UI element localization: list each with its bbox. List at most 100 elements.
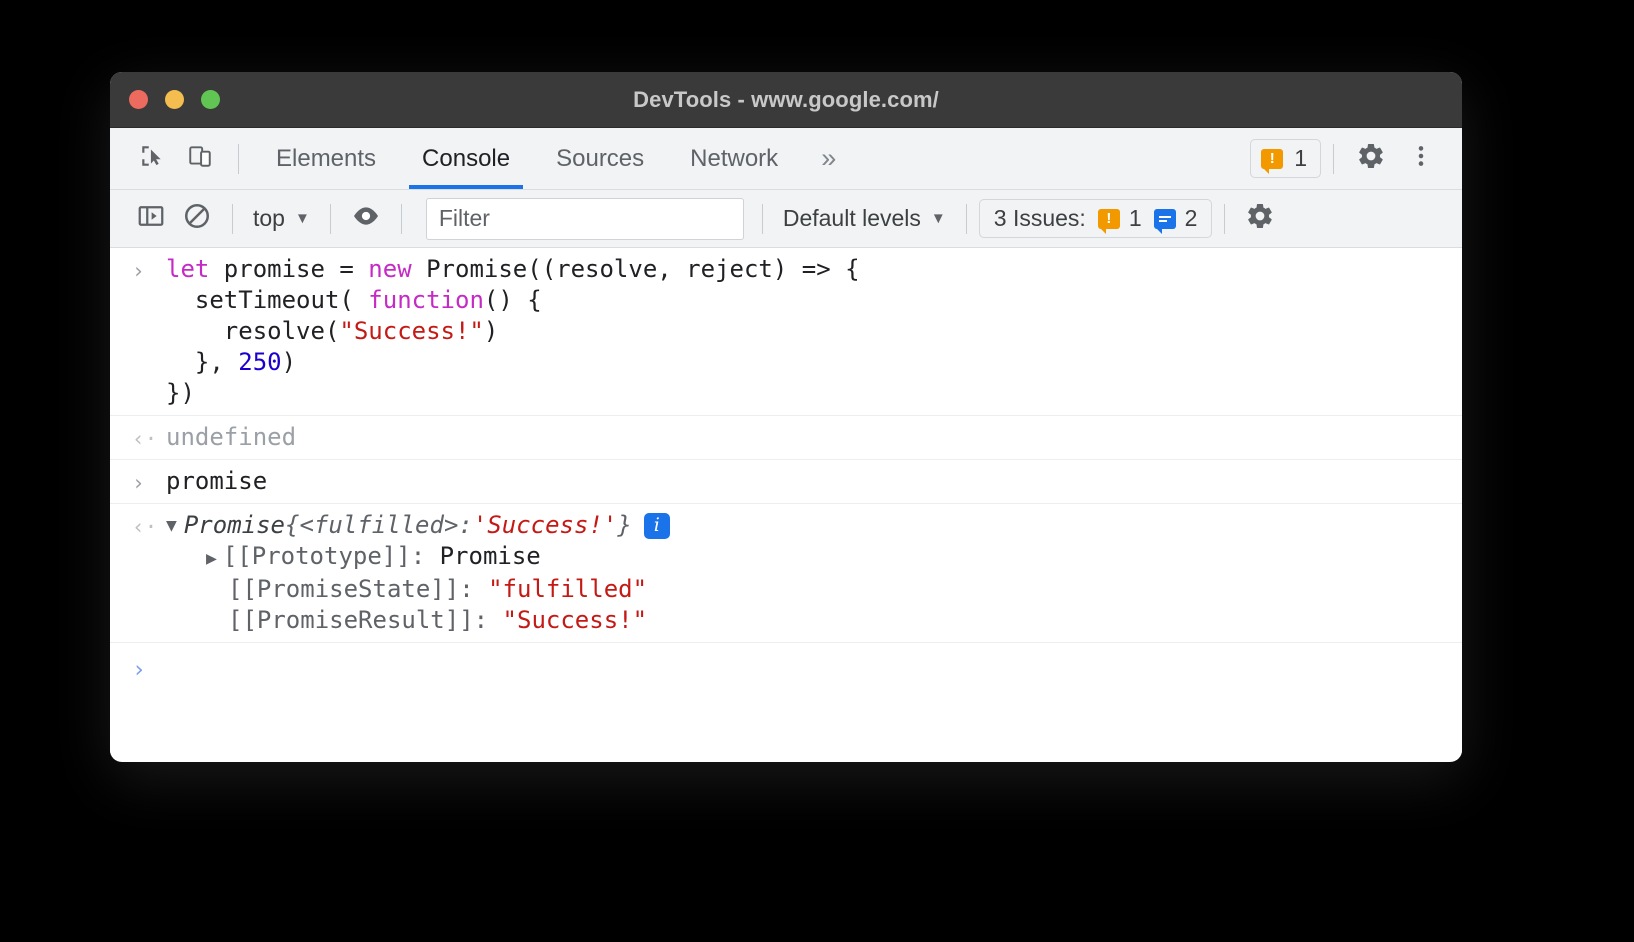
close-button[interactable] (129, 90, 148, 109)
warning-bubble-icon: ! (1097, 208, 1120, 234)
devtools-main-menu-button[interactable] (1396, 136, 1446, 182)
property-key: [[Prototype]] (222, 542, 411, 570)
token-plain: }) (166, 379, 195, 407)
property-key: [[PromiseResult]] (228, 606, 474, 634)
chevron-double-right-icon: » (821, 143, 836, 173)
window-controls (110, 90, 220, 109)
chevron-down-icon: ▼ (930, 210, 946, 227)
console-settings-button[interactable] (1237, 198, 1283, 240)
input-chevron-icon: › (132, 471, 145, 495)
panel-tabs: Elements Console Sources Network » (253, 128, 854, 189)
tab-elements-label: Elements (276, 144, 377, 172)
console-input-code: let promise = new Promise((resolve, reje… (166, 254, 1446, 409)
device-toolbar-button[interactable] (176, 137, 224, 181)
console-output-row: ‹· undefined (110, 416, 1462, 460)
token-number: 250 (238, 348, 282, 376)
property-key: [[PromiseState]] (228, 575, 460, 603)
console-input-row: › promise (110, 460, 1462, 504)
more-tabs-button[interactable]: » (801, 128, 854, 189)
execution-context-value: top (253, 205, 285, 231)
live-expression-button[interactable] (343, 198, 389, 240)
tabbar-divider (238, 143, 239, 174)
tab-sources[interactable]: Sources (533, 128, 667, 189)
disclosure-triangle-open-icon[interactable]: ▼ (166, 510, 177, 541)
tab-elements[interactable]: Elements (253, 128, 399, 189)
property-value: Promise (439, 542, 541, 570)
inspect-element-button[interactable] (128, 137, 176, 181)
issues-warning-group: ! 1 (1097, 205, 1142, 234)
token-keyword: let (166, 255, 224, 283)
console-output-value: undefined (166, 423, 297, 451)
object-property-row: [[PromiseState]]: "fulfilled" (166, 574, 1446, 605)
token-plain: }, (166, 348, 239, 376)
devtools-settings-button[interactable] (1346, 136, 1396, 182)
toolbar-divider-5 (965, 203, 967, 234)
object-class-name: Promise (183, 511, 285, 539)
minimize-button[interactable] (165, 90, 184, 109)
toolbar-divider-6 (1224, 203, 1226, 234)
token-plain: promise = (223, 255, 369, 283)
chevron-down-icon: ▼ (294, 210, 310, 227)
execution-context-selector[interactable]: top ▼ (245, 202, 318, 235)
token-keyword: new (368, 255, 427, 283)
preview-close-brace: } (617, 511, 632, 539)
maximize-button[interactable] (201, 90, 220, 109)
console-object-row: ‹· ▼ Promise {<fulfilled>: 'Success!'} i ▶… (110, 504, 1462, 643)
warning-bubble-icon: ! (1261, 148, 1284, 174)
tab-network[interactable]: Network (667, 128, 801, 189)
disclosure-triangle-closed-icon[interactable]: ▶ (206, 543, 217, 574)
issues-warning-count: 1 (1128, 205, 1142, 231)
devtools-tabbar: Elements Console Sources Network » ! 1 (110, 128, 1462, 190)
tab-sources-label: Sources (556, 144, 645, 172)
toolbar-divider-3 (400, 203, 402, 234)
issues-info-group: 2 (1153, 205, 1198, 234)
warning-count: 1 (1294, 145, 1307, 171)
toolbar-divider-1 (232, 203, 233, 234)
log-levels-selector[interactable]: Default levels ▼ (775, 202, 954, 235)
issues-info-count: 2 (1184, 205, 1198, 231)
preview-open-brace: { (285, 511, 300, 539)
issues-badge[interactable]: 3 Issues: ! 1 2 (978, 199, 1213, 238)
console-input-code: promise (166, 467, 268, 495)
console-toolbar: top ▼ Default levels ▼ (110, 190, 1462, 248)
object-property-row: [[PromiseResult]]: "Success!" (166, 605, 1446, 636)
object-preview-line[interactable]: ▼ Promise {<fulfilled>: 'Success!'} i (166, 510, 1446, 541)
console-input-row: › let promise = new Promise((resolve, re… (110, 248, 1462, 416)
eye-icon (350, 200, 382, 237)
more-vertical-icon (1408, 143, 1434, 174)
console-prompt-row[interactable]: › (110, 643, 1462, 695)
promise-value-preview: 'Success!' (472, 511, 618, 539)
property-separator: : (459, 575, 489, 603)
token-plain: ) (483, 317, 499, 345)
console-sidebar-toggle[interactable] (128, 198, 174, 240)
preview-colon: : (458, 511, 473, 539)
token-plain: setTimeout( (166, 286, 369, 314)
output-chevron-icon: ‹· (132, 427, 158, 451)
token-plain: ) (281, 348, 297, 376)
screen: DevTools - www.google.com/ Elements Cons… (0, 0, 1634, 942)
token-string: "Success!" (339, 317, 484, 345)
inspect-element-icon (139, 143, 165, 174)
toolbar-divider-4 (761, 203, 763, 234)
console-message-list[interactable]: › let promise = new Promise((resolve, re… (110, 248, 1462, 760)
output-chevron-icon: ‹· (132, 515, 158, 539)
tab-network-label: Network (690, 144, 779, 172)
device-toolbar-icon (187, 143, 213, 174)
promise-state-tag: <fulfilled> (299, 511, 459, 539)
warning-badge[interactable]: ! 1 (1250, 139, 1321, 178)
filter-input[interactable] (425, 197, 744, 240)
token-keyword: function (368, 286, 484, 314)
info-badge-icon[interactable]: i (643, 512, 670, 539)
property-value: "fulfilled" (488, 575, 648, 603)
prompt-chevron-icon: › (132, 657, 146, 683)
property-value: "Success!" (502, 606, 648, 634)
tab-console[interactable]: Console (399, 128, 533, 189)
issues-label: 3 Issues: (993, 205, 1086, 231)
object-preview: ▼ Promise {<fulfilled>: 'Success!'} i ▶ [[P… (166, 510, 1446, 636)
object-property-row[interactable]: ▶ [[Prototype]]: Promise (166, 541, 1446, 574)
property-separator: : (473, 606, 503, 634)
info-bubble-icon (1153, 208, 1176, 234)
log-levels-value: Default levels (782, 205, 921, 231)
token-plain: resolve( (166, 317, 340, 345)
clear-console-button[interactable] (174, 198, 220, 240)
